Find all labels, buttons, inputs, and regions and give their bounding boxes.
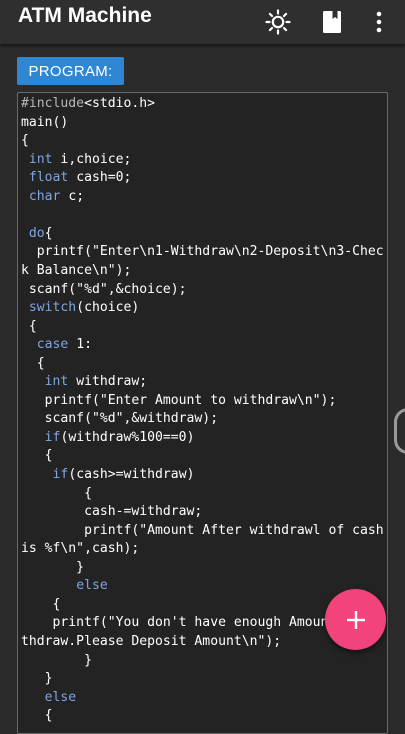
app-bar: ATM Machine xyxy=(0,0,405,44)
plus-icon xyxy=(346,610,365,629)
code-keyword: if xyxy=(52,467,69,482)
code-line: { xyxy=(21,596,61,614)
code-keyword: float xyxy=(28,170,69,186)
code-text: printf("Enter\n1-Withdraw\n2-Deposit\n3-… xyxy=(21,244,384,260)
code-line: int withdraw; xyxy=(21,373,148,391)
code-text: 1: xyxy=(68,337,92,353)
more-vert-icon[interactable] xyxy=(359,0,399,44)
code-text: } xyxy=(21,652,92,668)
code-keyword: case xyxy=(36,337,69,353)
code-line: thdraw.Please Deposit Amount\n"); xyxy=(21,633,281,651)
code-line: scanf("%d",&choice); xyxy=(21,281,187,299)
app-title: ATM Machine xyxy=(18,4,152,27)
code-line: printf("Amount After withdrawl of cash xyxy=(21,522,384,540)
code-text: scanf("%d",&withdraw); xyxy=(21,411,219,427)
code-text: i,choice; xyxy=(52,151,132,167)
code-text: { xyxy=(21,355,45,371)
code-line: } xyxy=(21,670,53,688)
code-text: { xyxy=(21,708,53,724)
code-keyword: else xyxy=(44,689,77,705)
code-line: printf("Enter Amount to withdraw\n"); xyxy=(21,392,337,410)
code-text: scanf("%d",&choice); xyxy=(21,281,187,297)
code-directive: #include xyxy=(21,96,85,111)
code-text: (cash>=withdraw) xyxy=(68,467,195,482)
code-line: k Balance\n"); xyxy=(21,262,131,280)
code-line: #include<stdio.h> xyxy=(21,95,155,113)
code-text: { xyxy=(21,485,92,501)
code-line: else xyxy=(21,689,77,707)
code-text: } xyxy=(21,559,85,575)
code-line: { xyxy=(21,485,92,503)
code-text: withdraw; xyxy=(68,374,148,390)
code-line: if(cash>=withdraw) xyxy=(21,466,195,484)
code-text: (withdraw%100==0) xyxy=(60,429,195,445)
code-text: printf("Amount After withdrawl of cash xyxy=(21,522,384,538)
code-keyword: int xyxy=(28,151,53,167)
code-line: { xyxy=(21,132,29,150)
code-text: thdraw.Please Deposit Amount\n"); xyxy=(21,633,282,649)
program-button[interactable]: PROGRAM: xyxy=(17,57,124,85)
code-text: { xyxy=(44,225,53,241)
code-text: (choice) xyxy=(76,300,140,316)
code-line: float cash=0; xyxy=(21,169,132,187)
code-keyword: switch xyxy=(28,300,77,316)
code-line: is %f\n",cash); xyxy=(21,540,139,558)
code-text: { xyxy=(21,133,29,149)
code-text: cash-=withdraw; xyxy=(21,504,203,520)
code-text: } xyxy=(21,671,53,687)
code-keyword: if xyxy=(44,429,61,445)
bookmark-icon[interactable] xyxy=(312,0,352,44)
code-text: { xyxy=(21,596,61,612)
code-line: char c; xyxy=(21,188,84,206)
code-line: { xyxy=(21,707,53,725)
code-line: } xyxy=(21,652,92,670)
code-line: scanf("%d",&withdraw); xyxy=(21,410,218,428)
code-line: } xyxy=(21,559,84,577)
code-keyword: do xyxy=(28,225,45,241)
code-line: cash-=withdraw; xyxy=(21,503,202,521)
code-line: switch(choice) xyxy=(21,299,139,317)
code-text: { xyxy=(21,448,53,464)
code-text: { xyxy=(21,318,37,334)
code-text: cash=0; xyxy=(68,170,132,186)
code-text: <stdio.h> xyxy=(84,96,156,111)
code-line: main() xyxy=(21,114,68,132)
code-line: case 1: xyxy=(21,336,92,354)
code-line: do{ xyxy=(21,225,53,243)
code-keyword: else xyxy=(76,578,108,594)
code-line: int i,choice; xyxy=(21,151,132,169)
brightness-icon[interactable] xyxy=(258,0,298,44)
code-keyword: int xyxy=(44,374,69,390)
code-keyword: char xyxy=(28,188,61,204)
add-fab-button[interactable] xyxy=(325,589,386,650)
code-line: { xyxy=(21,355,45,373)
code-text: is %f\n",cash); xyxy=(21,541,140,557)
edge-swipe-handle[interactable] xyxy=(394,408,405,454)
code-text: printf("Enter Amount to withdraw\n"); xyxy=(21,392,337,408)
code-line: printf("Enter\n1-Withdraw\n2-Deposit\n3-… xyxy=(21,243,384,261)
code-line: { xyxy=(21,318,37,336)
code-text: c; xyxy=(60,188,85,204)
code-line: if(withdraw%100==0) xyxy=(21,429,195,447)
code-text: k Balance\n"); xyxy=(21,262,132,278)
code-line: { xyxy=(21,447,53,465)
code-text: main() xyxy=(21,114,69,130)
code-line: else xyxy=(21,577,108,595)
